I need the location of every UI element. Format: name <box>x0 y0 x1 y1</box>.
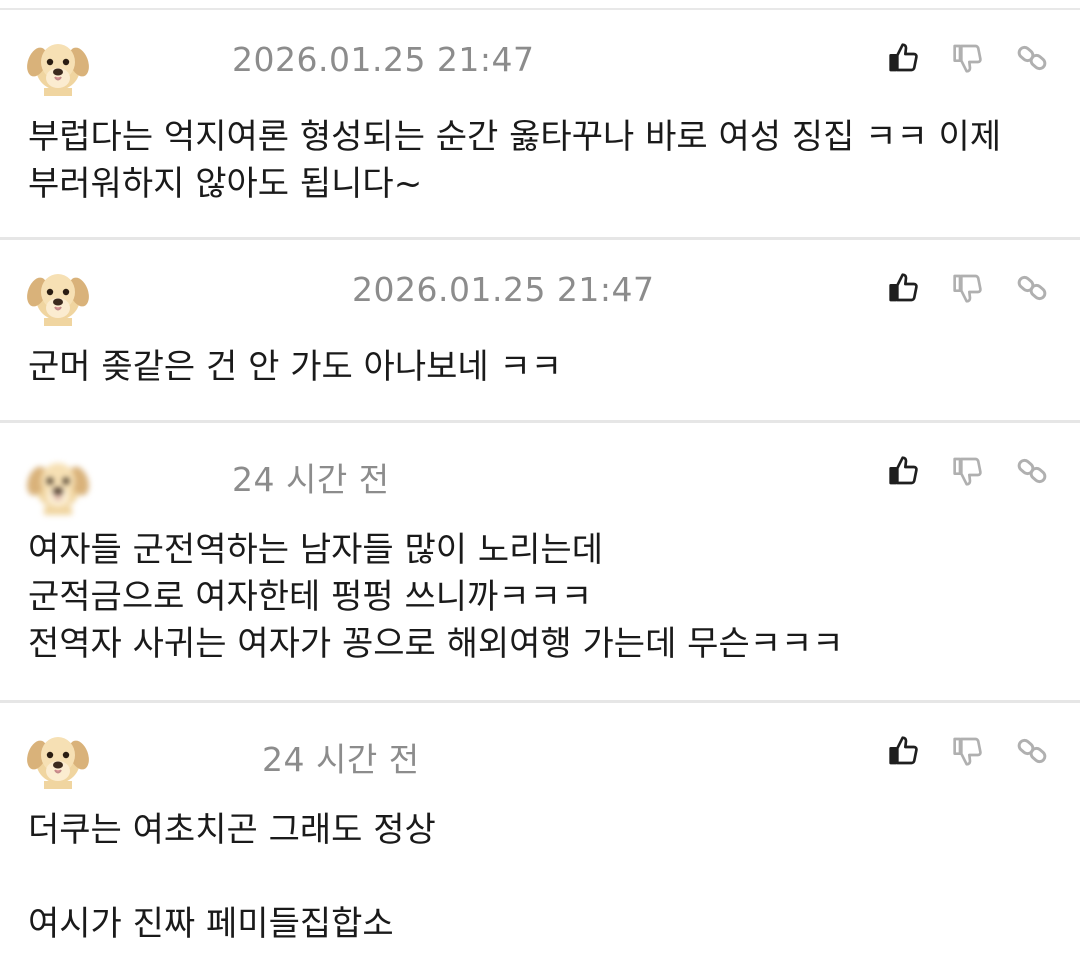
thumbs-down-icon <box>952 42 984 74</box>
link-icon <box>1016 735 1048 767</box>
puppy-avatar-icon[interactable] <box>26 262 90 326</box>
like-button[interactable] <box>886 270 922 306</box>
like-button[interactable] <box>886 40 922 76</box>
comment-item: 2026.01.25 21:47 군머 좆같은 건 안 가도 아나보네 ㅋㅋ <box>0 240 1080 423</box>
share-link-button[interactable] <box>1014 733 1050 769</box>
dislike-button[interactable] <box>950 733 986 769</box>
share-link-button[interactable] <box>1014 40 1050 76</box>
puppy-avatar-icon[interactable] <box>26 451 90 515</box>
thumbs-up-icon <box>888 272 920 304</box>
comment-line: 여시가 진짜 페미들집합소 <box>28 904 394 944</box>
dislike-button[interactable] <box>950 453 986 489</box>
comment-line: 군적금으로 여자한테 펑펑 쓰니까ㅋㅋㅋ <box>28 577 593 617</box>
thumbs-up-icon <box>888 735 920 767</box>
link-icon <box>1016 455 1048 487</box>
comment-line: 여자들 군전역하는 남자들 많이 노리는데 <box>28 530 603 570</box>
comment-actions <box>886 270 1050 306</box>
thumbs-down-icon <box>952 455 984 487</box>
comment-actions <box>886 40 1050 76</box>
thumbs-up-icon <box>888 455 920 487</box>
comment-actions <box>886 733 1050 769</box>
puppy-avatar-icon[interactable] <box>26 725 90 789</box>
comment-item: 2026.01.25 21:47 부럽다는 억지여론 형성되는 순간 옳타꾸나 … <box>0 10 1080 240</box>
thumbs-down-icon <box>952 735 984 767</box>
comment-item: 24 시간 전 여자들 군전역하는 남자들 많이 노리는데군적금으로 여자한테 … <box>0 423 1080 703</box>
comment-list: 2026.01.25 21:47 부럽다는 억지여론 형성되는 순간 옳타꾸나 … <box>0 10 1080 975</box>
dislike-button[interactable] <box>950 40 986 76</box>
comment-line: 더쿠는 여초치곤 그래도 정상 <box>28 810 436 850</box>
link-icon <box>1016 272 1048 304</box>
comment-timestamp: 24 시간 전 <box>262 740 420 779</box>
comment-timestamp: 24 시간 전 <box>232 460 390 499</box>
top-divider <box>0 0 1080 10</box>
link-icon <box>1016 42 1048 74</box>
share-link-button[interactable] <box>1014 453 1050 489</box>
thumbs-up-icon <box>888 42 920 74</box>
puppy-avatar-icon[interactable] <box>26 32 90 96</box>
comment-body: 부럽다는 억지여론 형성되는 순간 옳타꾸나 바로 여성 징집 ㅋㅋ 이제부러워… <box>28 114 1001 208</box>
comment-body: 여자들 군전역하는 남자들 많이 노리는데군적금으로 여자한테 펑펑 쓰니까ㅋㅋ… <box>28 527 844 668</box>
comment-line: 전역자 사귀는 여자가 꽁으로 해외여행 가는데 무슨ㅋㅋㅋ <box>28 624 844 664</box>
comment-actions <box>886 453 1050 489</box>
comment-body: 더쿠는 여초치곤 그래도 정상여시가 진짜 페미들집합소 <box>28 807 436 948</box>
comment-timestamp: 2026.01.25 21:47 <box>232 40 535 79</box>
share-link-button[interactable] <box>1014 270 1050 306</box>
comment-line <box>28 854 436 901</box>
comment-item: 24 시간 전 더쿠는 여초치곤 그래도 정상여시가 진짜 페미들집합소 <box>0 703 1080 975</box>
comment-line: 부러워하지 않아도 됩니다~ <box>28 164 423 204</box>
comment-body: 군머 좆같은 건 안 가도 아나보네 ㅋㅋ <box>28 344 562 391</box>
like-button[interactable] <box>886 453 922 489</box>
dislike-button[interactable] <box>950 270 986 306</box>
like-button[interactable] <box>886 733 922 769</box>
comment-timestamp: 2026.01.25 21:47 <box>352 270 655 309</box>
thumbs-down-icon <box>952 272 984 304</box>
comment-line: 군머 좆같은 건 안 가도 아나보네 ㅋㅋ <box>28 347 563 387</box>
comment-line: 부럽다는 억지여론 형성되는 순간 옳타꾸나 바로 여성 징집 ㅋㅋ 이제 <box>28 117 1002 157</box>
